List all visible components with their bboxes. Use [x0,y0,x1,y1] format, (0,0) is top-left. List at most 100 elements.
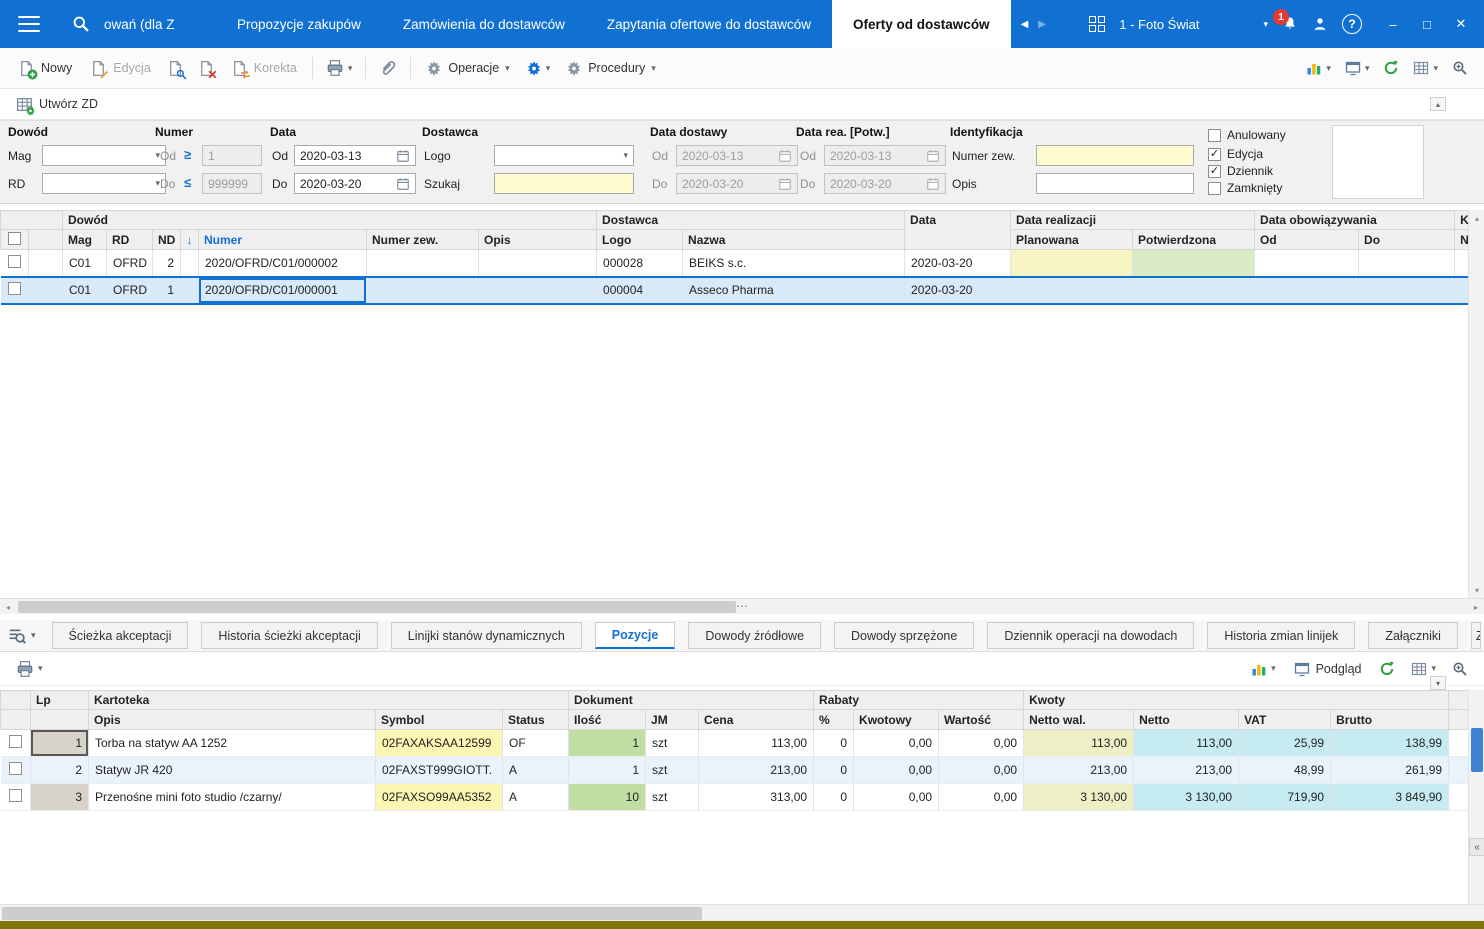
sort-descending-icon[interactable]: ↓ [180,229,199,250]
greater-equal-icon[interactable]: ≥ [184,147,191,162]
col-header-od[interactable]: Od [1254,229,1360,250]
horizontal-scrollbar[interactable] [0,904,1484,921]
cell-netto-wal[interactable]: 113,00 [1023,729,1135,757]
splitter-grip-icon[interactable]: ⋯ [736,599,748,613]
data-dostawy-od-input[interactable]: 2020-03-13 [676,145,798,166]
cell-ilosc[interactable]: 1 [568,756,647,784]
tab-scroll-left-icon[interactable]: ◀ [1021,19,1029,30]
help-button[interactable]: ? [1342,14,1362,34]
scroll-left-arrow[interactable]: ◂ [0,599,16,615]
cell-nd[interactable]: 2 [152,249,181,277]
table-row-selected[interactable]: C01 OFRD 1 2020/OFRD/C01/000001 000004 A… [0,275,1470,305]
cell-do[interactable] [1358,275,1456,305]
cell-data[interactable]: 2020-03-20 [904,249,1012,277]
attachments-button[interactable] [373,55,403,81]
tab-zapytania-ofertowe[interactable]: Zapytania ofertowe do dostawców [586,0,832,48]
cell-lp[interactable]: 2 [30,756,89,784]
cell-numer-zew[interactable] [366,249,479,277]
opis-input[interactable] [1036,173,1194,194]
cell-netto-wal[interactable]: 213,00 [1023,756,1135,784]
app-launcher-icon[interactable] [1089,16,1106,32]
cell-status[interactable]: A [502,756,570,784]
cell-rd[interactable]: OFRD [106,275,153,305]
cell-rd[interactable]: OFRD [106,249,153,277]
workspace-selector[interactable]: 1 - Foto Świat ▾ [1119,17,1268,32]
less-equal-icon[interactable]: ≤ [184,175,191,190]
col-header-kwotowy[interactable]: Kwotowy [853,709,940,730]
cell-opis[interactable]: Przenośne mini foto studio /czarny/ [88,783,376,811]
cell-brutto[interactable]: 3 849,90 [1330,783,1450,811]
vertical-scrollbar[interactable]: ▴ ▾ [1468,210,1484,598]
col-header-jm[interactable]: JM [645,709,700,730]
tab-dziennik-operacji[interactable]: Dziennik operacji na dowodach [987,622,1195,649]
cell-cena[interactable]: 313,00 [698,783,815,811]
tab-historia-sciezki-akceptacji[interactable]: Historia ścieżki akceptacji [201,622,378,649]
row-checkbox[interactable] [8,735,22,748]
cell-od[interactable] [1254,249,1360,277]
row-checkbox[interactable] [7,282,21,295]
row-checkbox[interactable] [8,789,22,802]
new-button[interactable]: Nowy [10,56,80,81]
row-checkbox[interactable] [8,762,22,775]
horizontal-scrollbar[interactable]: ◂ ⋯ ▸ [0,598,1484,614]
cell-lp-focused[interactable]: 1 [30,729,89,757]
cell-potwierdzona[interactable] [1132,249,1256,277]
cell-wartosc[interactable]: 0,00 [938,783,1025,811]
cell-nd[interactable]: 1 [152,275,181,305]
col-header-ilosc[interactable]: Ilość [568,709,647,730]
delete-document-button[interactable] [192,56,221,81]
cell-wartosc[interactable]: 0,00 [938,756,1025,784]
cell-procent[interactable]: 0 [813,756,855,784]
cell-kwotowy[interactable]: 0,00 [853,756,940,784]
cell-kwotowy[interactable]: 0,00 [853,783,940,811]
view-document-button[interactable] [161,56,190,81]
numer-zew-input[interactable] [1036,145,1194,166]
col-header-nd[interactable]: ND [152,229,181,250]
col-header-procent[interactable]: % [813,709,855,730]
cell-potwierdzona[interactable] [1132,275,1256,305]
calendar-icon[interactable] [396,149,410,163]
collapse-panel-button[interactable]: ▾ [1430,676,1446,690]
numer-od-input[interactable]: 1 [202,145,262,166]
scrollbar-thumb[interactable] [2,907,702,920]
cell-netto[interactable]: 113,00 [1133,729,1240,757]
col-header-brutto[interactable]: Brutto [1330,709,1450,730]
grid-settings-button[interactable]: ▾ [1407,56,1444,80]
cell-kwotowy[interactable]: 0,00 [853,729,940,757]
search-button[interactable] [58,0,104,48]
cell-procent[interactable]: 0 [813,729,855,757]
cell-ilosc[interactable]: 1 [568,729,647,757]
cell-vat[interactable]: 25,99 [1238,729,1332,757]
position-row[interactable]: 3 Przenośne mini foto studio /czarny/ 02… [0,783,1470,811]
automation-button[interactable]: ▾ [520,56,557,80]
cell-numer-zew[interactable] [366,275,479,305]
tab-zalaczniki[interactable]: Załączniki [1368,622,1458,649]
detail-search-tool[interactable]: ▾ [8,627,36,645]
col-header-wartosc[interactable]: Wartość [938,709,1025,730]
select-all-checkbox[interactable] [8,231,21,245]
print-button[interactable]: ▾ [320,55,359,81]
numer-do-input[interactable]: 999999 [202,173,262,194]
cell-cena[interactable]: 213,00 [698,756,815,784]
user-icon[interactable] [1312,16,1328,32]
calendar-icon[interactable] [396,177,410,191]
cell-cena[interactable]: 113,00 [698,729,815,757]
chart-button[interactable]: ▾ [1245,657,1282,681]
cell-netto[interactable]: 213,00 [1133,756,1240,784]
cell-opis[interactable]: Torba na statyw AA 1252 [88,729,376,757]
checkbox-zamkniety[interactable]: Zamknięty [1208,181,1282,195]
col-header-do[interactable]: Do [1358,229,1456,250]
cell-do[interactable] [1358,249,1456,277]
cell-status[interactable]: OF [502,729,570,757]
scrollbar-thumb[interactable] [18,601,736,613]
cell-symbol[interactable]: 02FAXST999GIOTT. [375,756,503,784]
table-row[interactable]: C01 OFRD 2 2020/OFRD/C01/000002 000028 B… [0,249,1470,277]
procedures-button[interactable]: Procedury ▾ [558,56,664,80]
data-rea-do-input[interactable]: 2020-03-20 [824,173,946,194]
szukaj-input[interactable] [494,173,634,194]
tab-pozycje[interactable]: Pozycje [594,622,676,649]
tab-scroll-right-icon[interactable]: ▶ [1038,19,1046,30]
logo-select[interactable]: ▾ [494,145,634,166]
cell-jm[interactable]: szt [645,729,700,757]
col-header-vat[interactable]: VAT [1238,709,1332,730]
